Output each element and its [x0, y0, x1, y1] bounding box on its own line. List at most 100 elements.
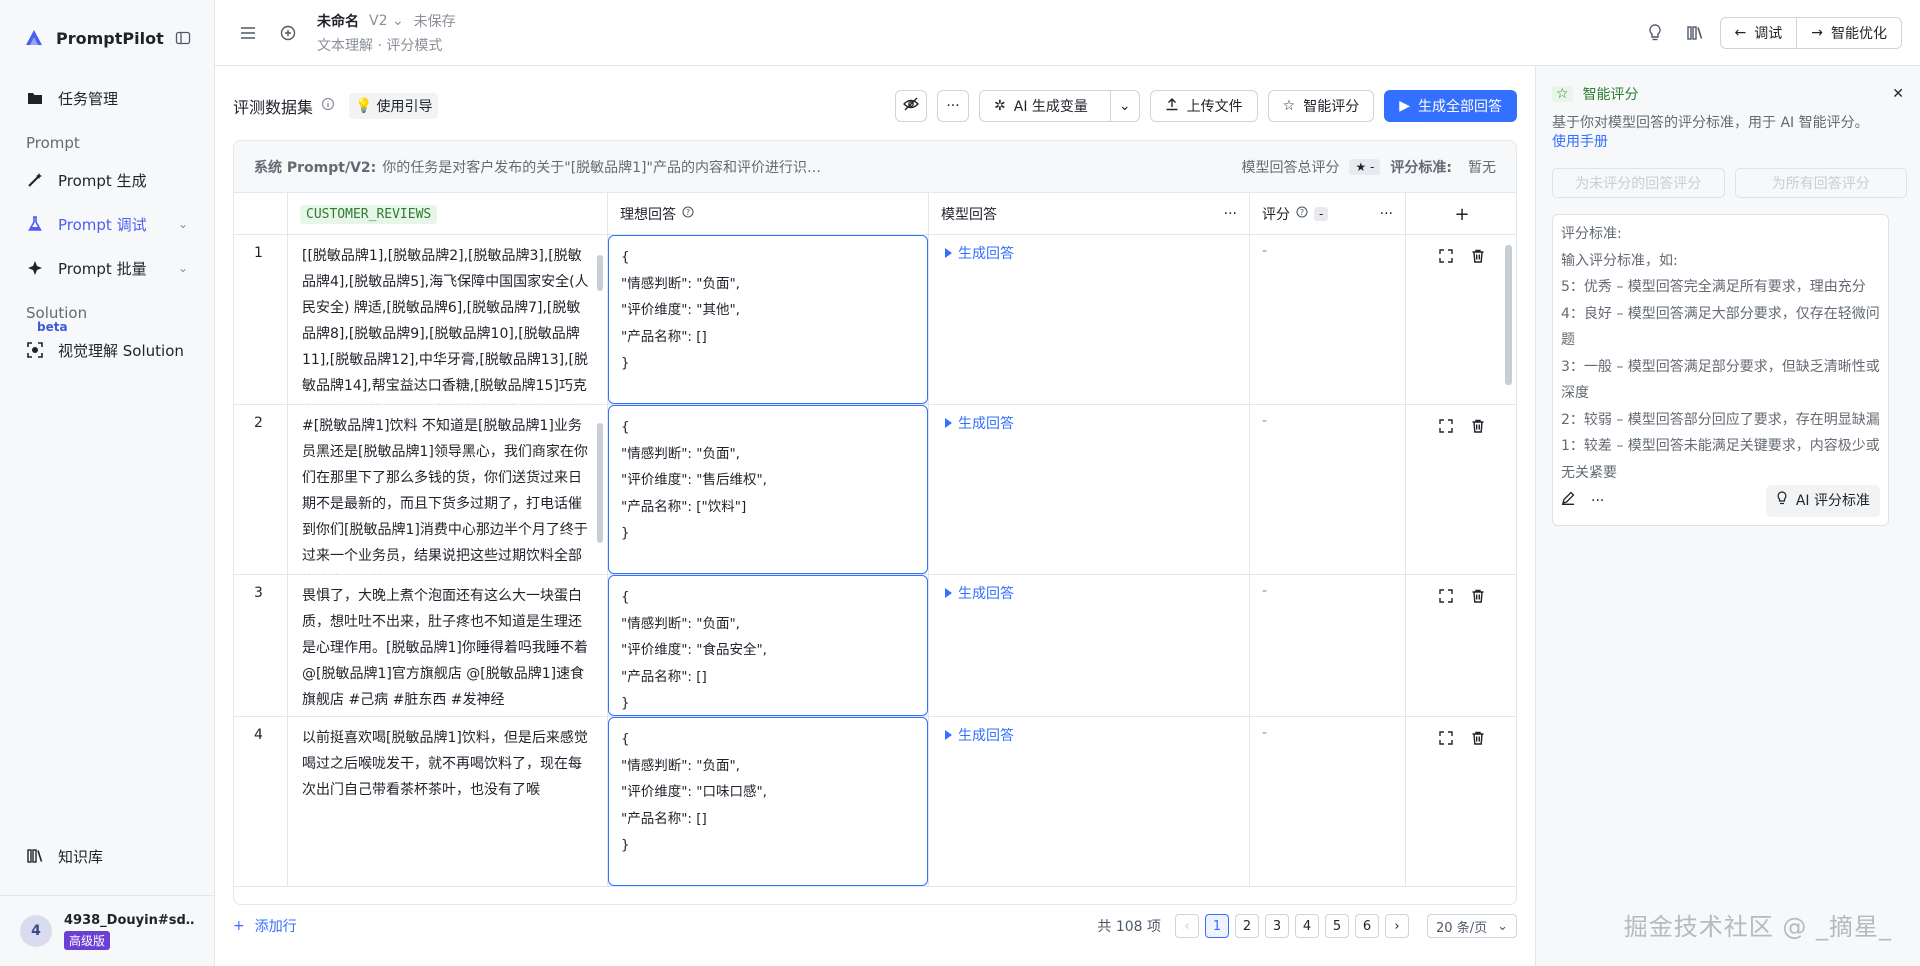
system-prompt-bar[interactable]: 系统 Prompt/V2: 你的任务是对客户发布的关于"[脱敏品牌1]"产品的内…	[234, 141, 1516, 193]
delete-icon[interactable]	[1471, 589, 1485, 716]
review-cell[interactable]: [[脱敏品牌1],[脱敏品牌2],[脱敏品牌3],[脱敏品牌4],[脱敏品牌5]…	[288, 235, 608, 404]
edit-icon[interactable]	[1561, 488, 1575, 515]
guide-button[interactable]: 💡 使用引导	[349, 93, 439, 119]
table-header: CUSTOMER_REVIEWS 理想回答 ? 模型回答 ··· 评分 ? - …	[234, 193, 1516, 235]
user-profile[interactable]: 4 4938_Douyin#sd… 高级版	[0, 895, 215, 966]
dropdown-chevron[interactable]: ⌄	[1109, 91, 1139, 121]
manual-link[interactable]: 使用手册	[1552, 134, 1608, 150]
ideal-answer-cell[interactable]: { "情感判断": "负面", "评价维度": "其他", "产品名称": []…	[608, 235, 929, 404]
upload-file-button[interactable]: 上传文件	[1149, 90, 1258, 122]
ideal-answer-cell[interactable]: { "情感判断": "负面", "评价维度": "售后维权", "产品名称": …	[608, 405, 929, 574]
review-cell[interactable]: 以前挺喜欢喝[脱敏品牌1]饮料，但是后来感觉喝过之后喉咙发干，就不再喝饮料了，现…	[288, 717, 608, 886]
cell-scrollbar[interactable]	[597, 423, 603, 543]
row-index: 1	[234, 235, 288, 404]
page-2[interactable]: 2	[1235, 914, 1260, 938]
next-page-button[interactable]: ›	[1385, 914, 1410, 938]
ideal-answer-cell[interactable]: { "情感判断": "负面", "评价维度": "口味口感", "产品名称": …	[608, 717, 929, 886]
add-circle-icon[interactable]	[273, 18, 303, 48]
ideal-answer-editor[interactable]: { "情感判断": "负面", "评价维度": "其他", "产品名称": []…	[608, 235, 928, 404]
sidebar-item-prompt-debug[interactable]: Prompt 调试 ⌄	[0, 202, 214, 246]
review-cell[interactable]: #[脱敏品牌1]饮料 不知道是[脱敏品牌1]业务员黑还是[脱敏品牌1]领导黑心，…	[288, 405, 608, 574]
ideal-answer-cell[interactable]: { "情感判断": "负面", "评价维度": "食品安全", "产品名称": …	[608, 575, 929, 716]
page-1[interactable]: 1	[1205, 914, 1230, 938]
system-prompt-text: 你的任务是对客户发布的关于"[脱敏品牌1]"产品的内容和评价进行识…	[382, 159, 821, 176]
generate-answer-button[interactable]: 生成回答	[945, 413, 1014, 433]
column-score: 评分 ? - ···	[1250, 193, 1406, 235]
sidebar-item-prompt-batch[interactable]: Prompt 批量 ⌄	[0, 246, 214, 290]
info-icon[interactable]	[321, 97, 335, 115]
delete-icon[interactable]	[1471, 249, 1485, 404]
expand-icon[interactable]	[1439, 589, 1453, 716]
add-row-button[interactable]: + 添加行	[233, 916, 297, 936]
review-cell[interactable]: 畏惧了，大晚上煮个泡面还有这么大一块蛋白质，想吐吐不出来，肚子疼也不知道是生理还…	[288, 575, 608, 716]
chevron-down-icon: ⌄	[1118, 98, 1131, 114]
criteria-value: 暂无	[1468, 159, 1496, 176]
bulb-icon[interactable]	[1640, 18, 1670, 48]
generate-answer-button[interactable]: 生成回答	[945, 583, 1014, 603]
prev-page-button[interactable]: ‹	[1175, 914, 1200, 938]
page-3[interactable]: 3	[1265, 914, 1290, 938]
menu-icon[interactable]	[233, 18, 263, 48]
smart-score-button[interactable]: ☆ 智能评分	[1267, 90, 1375, 122]
page-6[interactable]: 6	[1355, 914, 1380, 938]
chevron-down-icon: ⌄	[391, 12, 404, 29]
score-all-button[interactable]: 为所有回答评分	[1734, 168, 1907, 198]
sidebar-group-prompt: Prompt	[26, 134, 80, 152]
score-cell[interactable]: -	[1250, 405, 1406, 574]
score-unscored-button[interactable]: 为未评分的回答评分	[1552, 168, 1725, 198]
help-icon[interactable]: ?	[682, 206, 694, 222]
column-more-icon[interactable]: ···	[1380, 206, 1393, 222]
criteria-textarea[interactable]: 评分标准: 输入评分标准，如: 5：优秀 – 模型回答完全满足所有要求，理由充分…	[1552, 214, 1889, 526]
close-icon[interactable]: ✕	[1892, 86, 1904, 102]
help-icon[interactable]: ?	[1296, 206, 1308, 222]
top-bar: 未命名 V2 ⌄ 未保存 文本理解 · 评分模式 ← 调试 → 智能优化	[215, 0, 1920, 66]
more-icon[interactable]: ···	[1591, 488, 1604, 515]
generate-answer-button[interactable]: 生成回答	[945, 243, 1014, 263]
cell-scrollbar[interactable]	[597, 255, 603, 291]
score-cell[interactable]: -	[1250, 235, 1406, 404]
flask-icon	[26, 215, 44, 233]
play-icon	[945, 730, 952, 740]
folder-icon	[26, 89, 44, 107]
table-row: 2 #[脱敏品牌1]饮料 不知道是[脱敏品牌1]业务员黑还是[脱敏品牌1]领导黑…	[234, 405, 1516, 575]
ideal-answer-editor[interactable]: { "情感判断": "负面", "评价维度": "售后维权", "产品名称": …	[608, 405, 928, 574]
expand-icon[interactable]	[1439, 249, 1453, 404]
sidebar-item-knowledge-base[interactable]: 知识库	[0, 834, 215, 878]
library-icon[interactable]	[1680, 18, 1710, 48]
sidebar: PromptPilot 任务管理 Prompt Prompt 生成 Prompt…	[0, 0, 215, 966]
score-cell[interactable]: -	[1250, 717, 1406, 886]
column-more-icon[interactable]: ···	[1224, 206, 1237, 222]
hide-button[interactable]	[895, 90, 928, 122]
delete-icon[interactable]	[1471, 731, 1485, 886]
column-variable[interactable]: CUSTOMER_REVIEWS	[288, 193, 608, 235]
generate-answer-button[interactable]: 生成回答	[945, 725, 1014, 745]
add-column-button[interactable]: +	[1406, 193, 1516, 235]
page-5[interactable]: 5	[1325, 914, 1350, 938]
avatar: 4	[20, 915, 52, 947]
more-button[interactable]: ···	[937, 90, 970, 122]
page-size-select[interactable]: 20 条/页 ⌄	[1427, 914, 1517, 938]
model-answer-cell: 生成回答	[929, 717, 1250, 886]
sidebar-toggle-icon[interactable]	[174, 29, 192, 47]
debug-button[interactable]: ← 调试	[1721, 18, 1797, 48]
table-scrollbar[interactable]	[1505, 245, 1512, 385]
expand-icon[interactable]	[1439, 731, 1453, 886]
page-4[interactable]: 4	[1295, 914, 1320, 938]
sidebar-item-prompt-generate[interactable]: Prompt 生成	[0, 158, 214, 202]
smart-optimize-button[interactable]: → 智能优化	[1796, 17, 1901, 48]
table-footer: + 添加行 共 108 项 ‹ 1 2 3 4 5 6 › 20 条/页 ⌄	[233, 912, 1517, 940]
delete-icon[interactable]	[1471, 419, 1485, 574]
version-select[interactable]: V2 ⌄	[369, 13, 404, 29]
ideal-answer-editor[interactable]: { "情感判断": "负面", "评价维度": "食品安全", "产品名称": …	[608, 575, 928, 716]
doc-name[interactable]: 未命名	[317, 11, 359, 31]
sidebar-item-label: Prompt 生成	[58, 171, 147, 190]
expand-icon[interactable]	[1439, 419, 1453, 574]
ideal-answer-editor[interactable]: { "情感判断": "负面", "评价维度": "口味口感", "产品名称": …	[608, 717, 928, 886]
generate-all-button[interactable]: ▶ 生成全部回答	[1384, 90, 1517, 122]
sidebar-item-visual-solution[interactable]: beta 视觉理解 Solution	[0, 320, 214, 372]
ai-generate-vars-button[interactable]: ✲ AI 生成变量 ⌄	[979, 90, 1140, 122]
criteria-line: 1：较差 – 模型回答未能满足关键要求，内容极少或无关紧要	[1561, 438, 1880, 481]
sidebar-item-task-management[interactable]: 任务管理	[0, 76, 214, 120]
ai-criteria-button[interactable]: AI 评分标准	[1765, 484, 1880, 517]
score-cell[interactable]: -	[1250, 575, 1406, 716]
